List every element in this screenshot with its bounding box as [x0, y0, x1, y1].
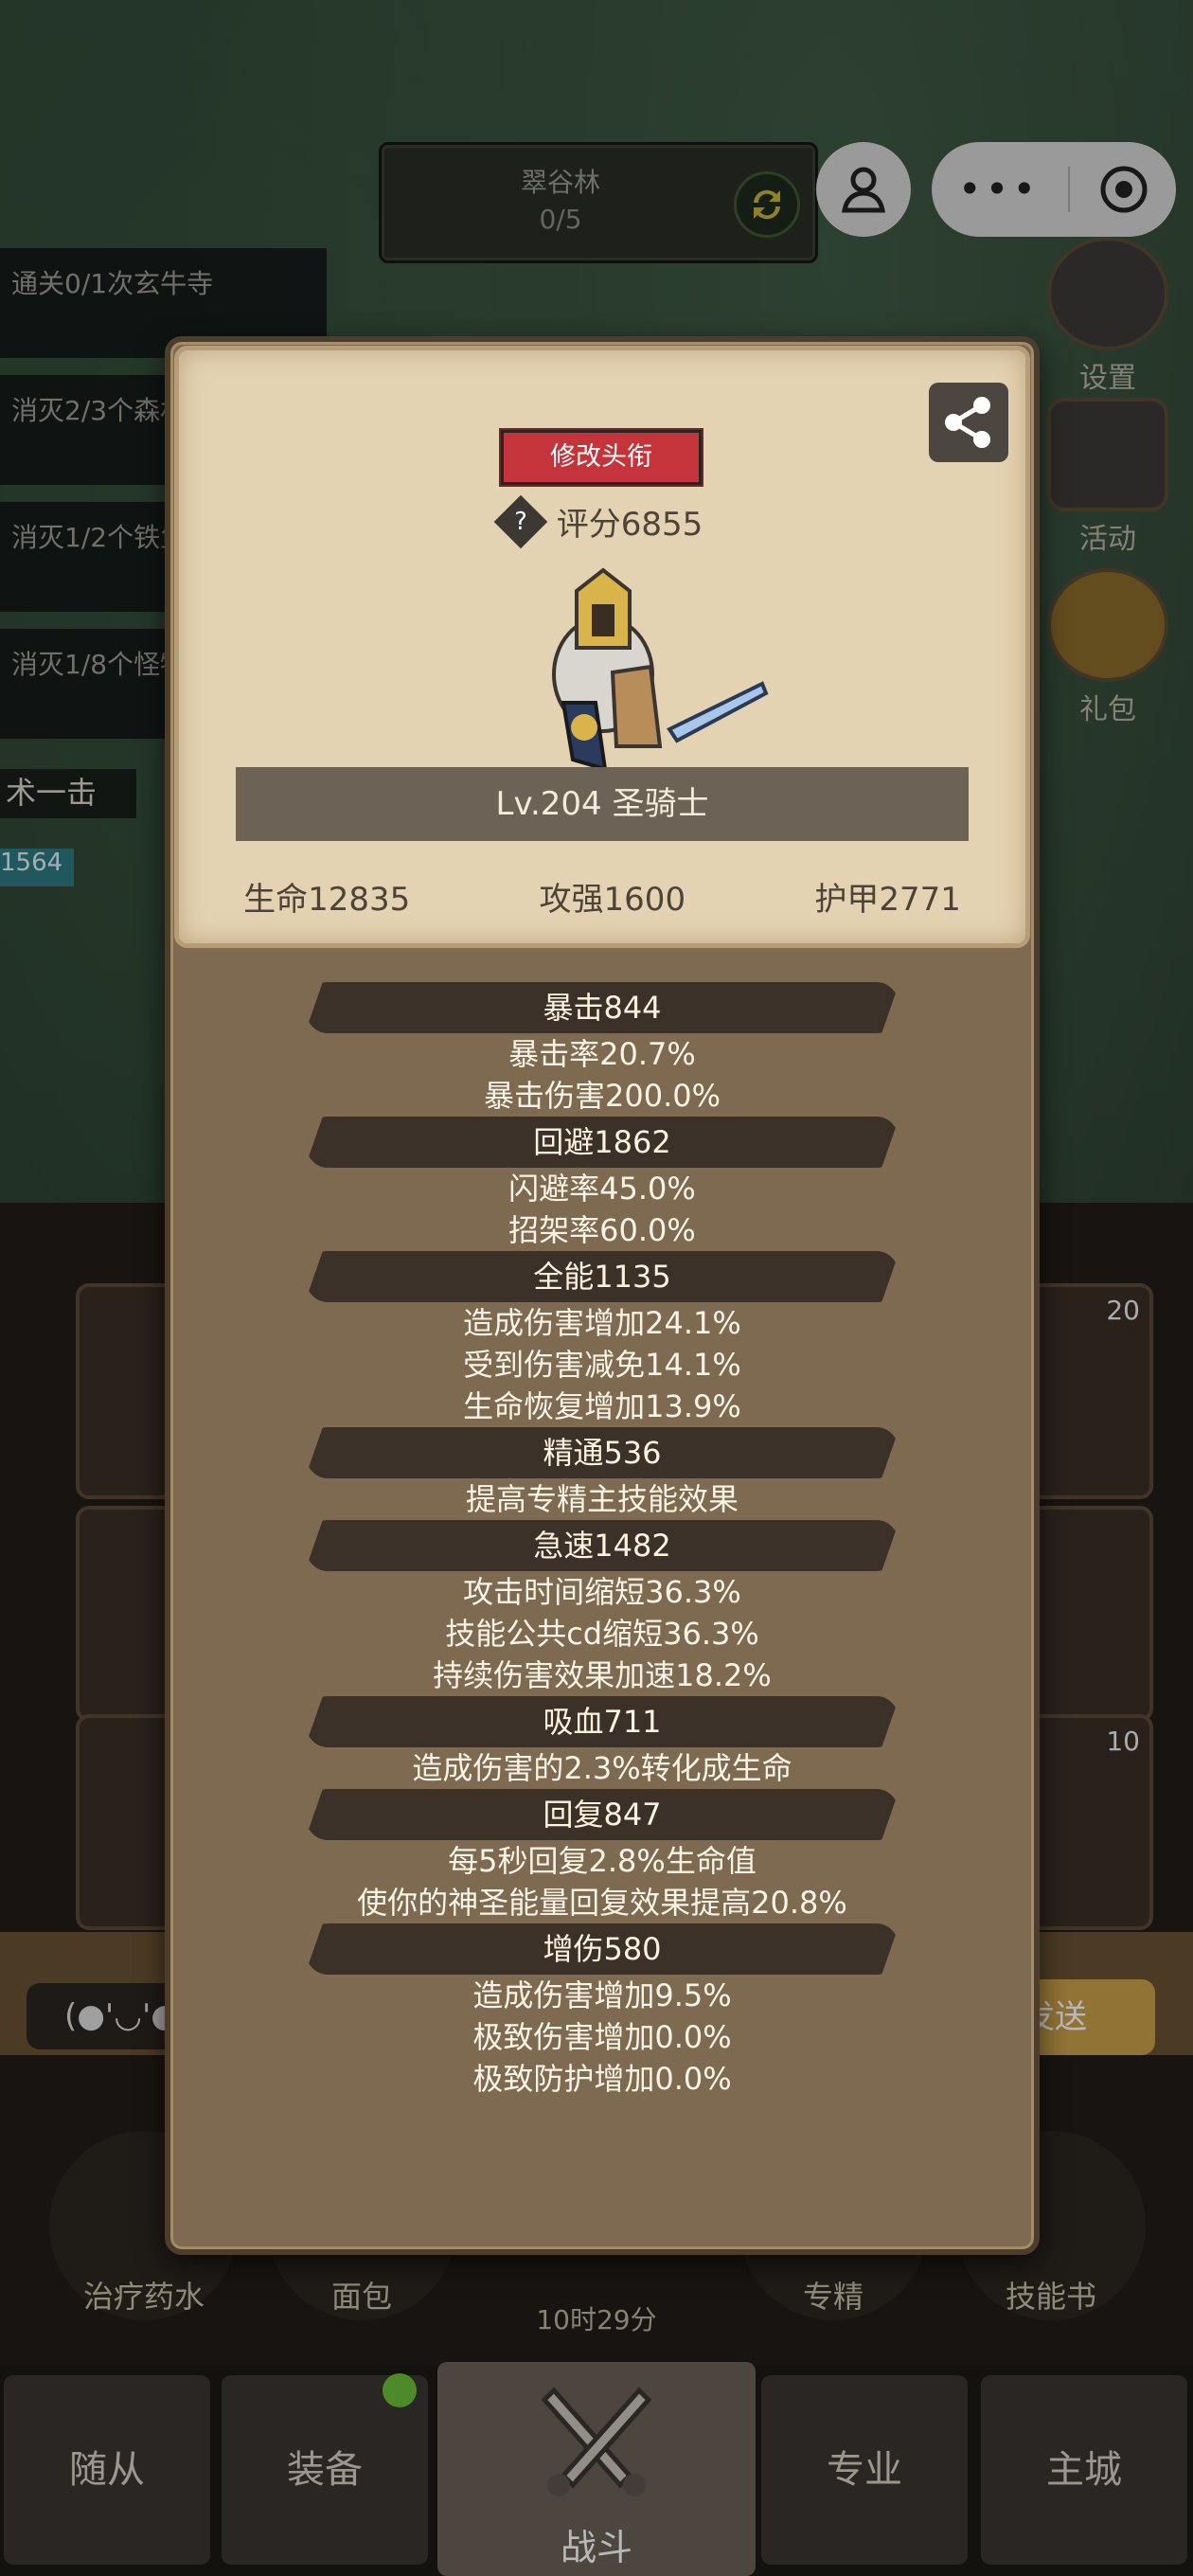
stat-line: 造成伤害的2.3%转化成生命: [412, 1750, 792, 1786]
stat-line: 攻击时间缩短36.3%: [463, 1574, 741, 1610]
stat-header: 回避1862: [305, 1117, 899, 1168]
hp-stat: 生命12835: [243, 881, 411, 919]
stat-header: 全能1135: [305, 1251, 899, 1302]
crit-group: 暴击844 暴击率20.7% 暴击伤害200.0%: [170, 982, 1034, 1117]
damage-bonus-group: 增伤580 造成伤害增加9.5% 极致伤害增加0.0% 极致防护增加0.0%: [170, 1923, 1034, 2100]
stat-header: 吸血711: [305, 1696, 899, 1747]
stat-line: 暴击率20.7%: [508, 1036, 696, 1072]
recovery-group: 回复847 每5秒回复2.8%生命值 使你的神圣能量回复效果提高20.8%: [170, 1789, 1034, 1923]
avoidance-group: 回避1862 闪避率45.0% 招架率60.0%: [170, 1117, 1034, 1251]
help-icon[interactable]: ?: [493, 494, 548, 549]
stat-line: 招架率60.0%: [508, 1212, 696, 1248]
share-icon: [945, 397, 990, 448]
stat-line: 造成伤害增加24.1%: [463, 1305, 741, 1341]
stat-line: 提高专精主技能效果: [465, 1481, 739, 1517]
secondary-stats: 暴击844 暴击率20.7% 暴击伤害200.0% 回避1862 闪避率45.0…: [170, 982, 1034, 2100]
hero-name-bar: Lv.204 圣骑士: [236, 767, 969, 841]
stat-line: 极致伤害增加0.0%: [472, 2019, 732, 2055]
stat-line: 使你的神圣能量回复效果提高20.8%: [357, 1885, 847, 1921]
base-stats: 生命12835 攻强1600 护甲2771: [179, 873, 1025, 919]
stat-line: 受到伤害减免14.1%: [463, 1347, 741, 1383]
mastery-group: 精通536 提高专精主技能效果: [170, 1427, 1034, 1520]
edit-title-button[interactable]: 修改头衔: [499, 428, 703, 487]
stat-header: 增伤580: [305, 1923, 899, 1975]
stat-line: 生命恢复增加13.9%: [463, 1388, 741, 1424]
character-stats-panel: 修改头衔 ? 评分6855 Lv.204 圣骑士 生命12835 攻强1600 护…: [165, 336, 1040, 2255]
stat-line: 每5秒回复2.8%生命值: [448, 1843, 757, 1879]
stat-line: 造成伤害增加9.5%: [472, 1977, 732, 2013]
stat-line: 暴击伤害200.0%: [483, 1078, 721, 1114]
share-button[interactable]: [929, 383, 1008, 462]
score-text: 评分6855: [556, 506, 703, 544]
stat-header: 精通536: [305, 1427, 899, 1478]
versatility-group: 全能1135 造成伤害增加24.1% 受到伤害减免14.1% 生命恢复增加13.…: [170, 1251, 1034, 1427]
stat-header: 急速1482: [305, 1520, 899, 1571]
stat-header: 暴击844: [305, 982, 899, 1033]
leech-group: 吸血711 造成伤害的2.3%转化成生命: [170, 1696, 1034, 1789]
attack-stat: 攻强1600: [539, 881, 686, 919]
stat-line: 持续伤害效果加速18.2%: [433, 1657, 772, 1693]
stat-line: 技能公共cd缩短36.3%: [445, 1616, 759, 1652]
stat-line: 闪避率45.0%: [508, 1171, 696, 1207]
armor-stat: 护甲2771: [814, 881, 961, 919]
stat-line: 极致防护增加0.0%: [472, 2061, 732, 2097]
paladin-portrait: [552, 567, 769, 772]
haste-group: 急速1482 攻击时间缩短36.3% 技能公共cd缩短36.3% 持续伤害效果加…: [170, 1520, 1034, 1696]
score-row: ? 评分6855: [179, 494, 1025, 549]
hero-card: 修改头衔 ? 评分6855 Lv.204 圣骑士 生命12835 攻强1600 护…: [174, 346, 1030, 948]
stat-header: 回复847: [305, 1789, 899, 1840]
